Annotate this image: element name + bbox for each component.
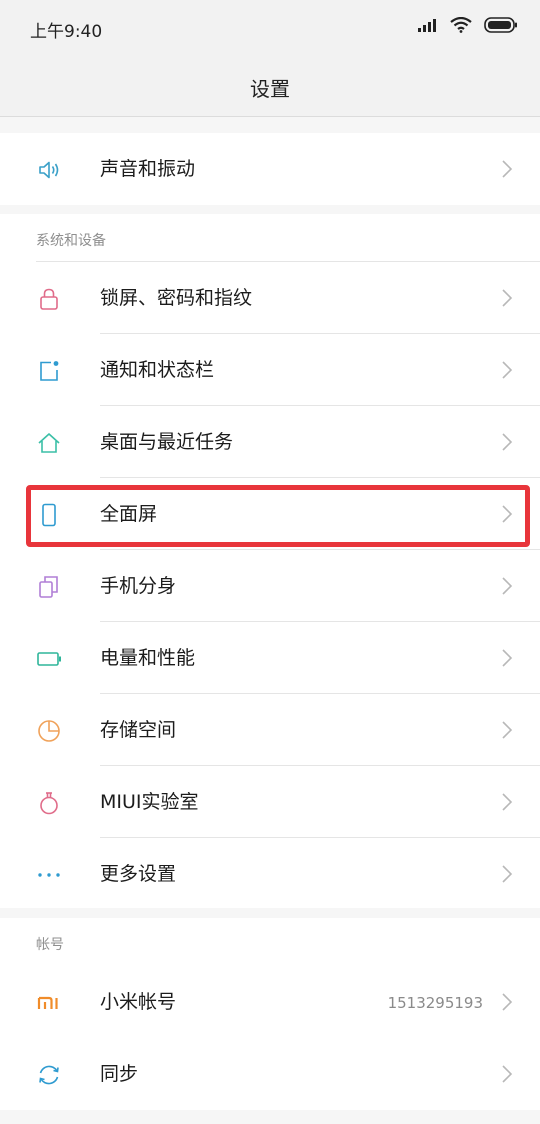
settings-item-label: 桌面与最近任务 <box>100 431 234 453</box>
chevron-right-icon <box>502 160 513 178</box>
flask-icon <box>36 790 62 816</box>
chevron-right-icon <box>502 1065 513 1083</box>
settings-item-label: 全面屏 <box>100 503 158 525</box>
battery-status-icon <box>484 17 517 33</box>
settings-item-sound[interactable]: 声音和振动 <box>0 133 540 205</box>
settings-item-label: MIUI实验室 <box>100 791 199 813</box>
chevron-right-icon <box>502 793 513 811</box>
title-bar: 设置 <box>0 58 540 117</box>
home-icon <box>36 430 62 456</box>
wifi-icon <box>450 17 472 33</box>
section-header-account: 帐号 <box>0 918 540 966</box>
chevron-right-icon <box>502 577 513 595</box>
chevron-right-icon <box>502 433 513 451</box>
mi-logo-icon <box>36 990 62 1016</box>
section-header-system: 系统和设备 <box>0 214 540 262</box>
settings-item-label: 更多设置 <box>100 863 177 885</box>
settings-item-storage[interactable]: 存储空间 <box>0 694 540 766</box>
chevron-right-icon <box>502 289 513 307</box>
chevron-right-icon <box>502 361 513 379</box>
settings-item-lockscreen[interactable]: 锁屏、密码和指纹 <box>0 262 540 334</box>
settings-item-label: 声音和振动 <box>100 158 196 180</box>
chevron-right-icon <box>502 993 513 1011</box>
settings-item-mi-account[interactable]: 小米帐号 1513295193 <box>0 966 540 1038</box>
settings-item-label: 小米帐号 <box>100 991 177 1013</box>
sync-icon <box>36 1062 62 1088</box>
section-title: 系统和设备 <box>36 233 106 249</box>
signal-icon <box>418 19 436 32</box>
account-card: 帐号 小米帐号 1513295193 同步 <box>0 918 540 1110</box>
page-title: 设置 <box>250 76 290 101</box>
chevron-right-icon <box>502 865 513 883</box>
account-id: 1513295193 <box>387 994 483 1012</box>
settings-item-label: 通知和状态栏 <box>100 359 215 381</box>
settings-item-dual-apps[interactable]: 手机分身 <box>0 550 540 622</box>
phone-icon <box>36 502 62 528</box>
settings-item-label: 锁屏、密码和指纹 <box>100 287 253 309</box>
sound-card: 声音和振动 <box>0 133 540 205</box>
notification-icon <box>36 358 62 384</box>
settings-item-home[interactable]: 桌面与最近任务 <box>0 406 540 478</box>
settings-item-more[interactable]: 更多设置 <box>0 838 540 910</box>
status-time: 上午9:40 <box>30 22 103 42</box>
settings-item-fullscreen[interactable]: 全面屏 <box>0 478 540 550</box>
chevron-right-icon <box>502 649 513 667</box>
storage-pie-icon <box>36 718 62 744</box>
settings-item-battery[interactable]: 电量和性能 <box>0 622 540 694</box>
lock-icon <box>36 286 62 312</box>
status-bar: 上午9:40 <box>0 0 540 58</box>
chevron-right-icon <box>502 505 513 523</box>
settings-item-label: 存储空间 <box>100 719 177 741</box>
speaker-icon <box>36 157 62 183</box>
more-dots-icon <box>36 862 62 888</box>
dual-app-icon <box>36 574 62 600</box>
settings-item-miui-lab[interactable]: MIUI实验室 <box>0 766 540 838</box>
settings-item-label: 同步 <box>100 1063 139 1085</box>
settings-item-sync[interactable]: 同步 <box>0 1038 540 1110</box>
section-title: 帐号 <box>36 937 64 953</box>
settings-item-notifications[interactable]: 通知和状态栏 <box>0 334 540 406</box>
settings-item-label: 手机分身 <box>100 575 177 597</box>
system-card: 系统和设备 锁屏、密码和指纹 通知和状态栏 桌面与最近任务 全面屏 手机分身 电… <box>0 214 540 908</box>
settings-item-label: 电量和性能 <box>100 647 196 669</box>
status-icons <box>418 17 518 33</box>
chevron-right-icon <box>502 721 513 739</box>
battery-icon <box>36 646 62 672</box>
